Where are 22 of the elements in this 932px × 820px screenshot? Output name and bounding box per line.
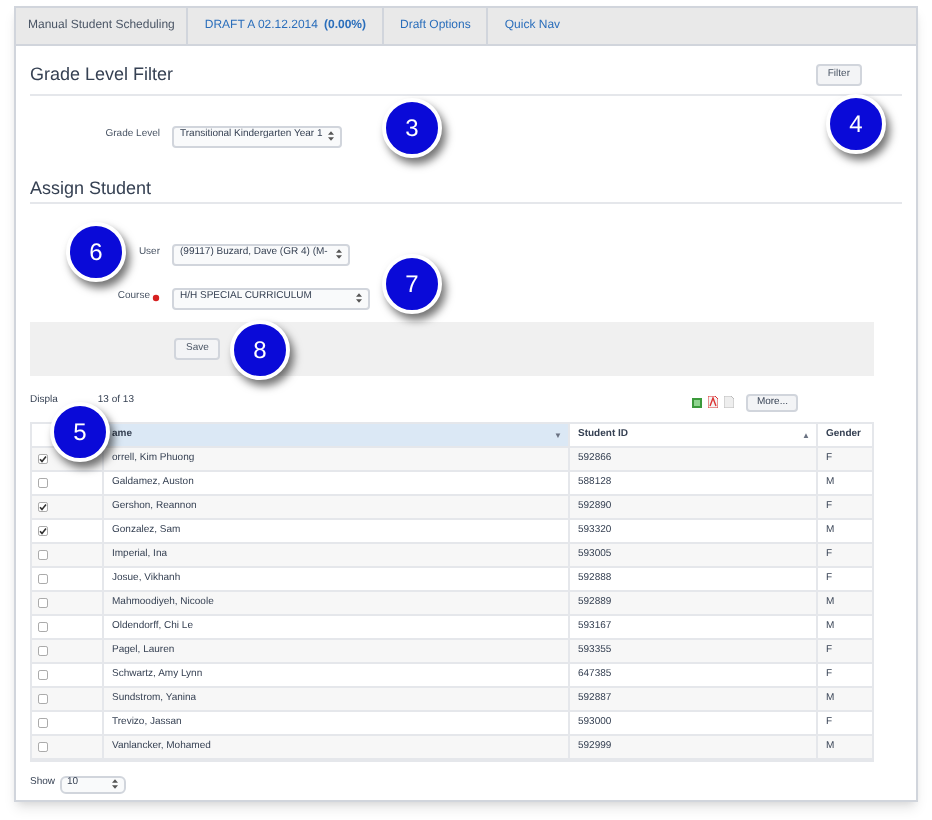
- row-checkbox[interactable]: [38, 646, 48, 656]
- row-checkbox[interactable]: [38, 478, 48, 488]
- document-icon[interactable]: [724, 396, 735, 408]
- row-checkbox[interactable]: [38, 742, 48, 752]
- select-arrows-icon: [111, 778, 118, 790]
- select-arrows-icon: [356, 292, 362, 304]
- row-checkbox[interactable]: [38, 598, 48, 608]
- row-checkbox[interactable]: [38, 718, 48, 728]
- pdf-icon[interactable]: [708, 396, 719, 408]
- select-arrows-icon: [328, 130, 335, 142]
- section-title: Assign Student: [30, 175, 152, 202]
- row-checkbox[interactable]: [38, 574, 48, 584]
- row-checkbox[interactable]: [38, 622, 48, 632]
- section-title: Grade Level Filter: [30, 61, 174, 88]
- row-checkbox[interactable]: [38, 502, 48, 512]
- row-checkbox[interactable]: [38, 694, 48, 704]
- row-checkbox[interactable]: [38, 454, 48, 464]
- select-arrows-icon: [335, 248, 342, 260]
- row-checkbox[interactable]: [38, 526, 48, 536]
- row-checkbox[interactable]: [38, 670, 48, 680]
- row-checkbox[interactable]: [38, 550, 48, 560]
- spreadsheet-icon[interactable]: [692, 397, 703, 407]
